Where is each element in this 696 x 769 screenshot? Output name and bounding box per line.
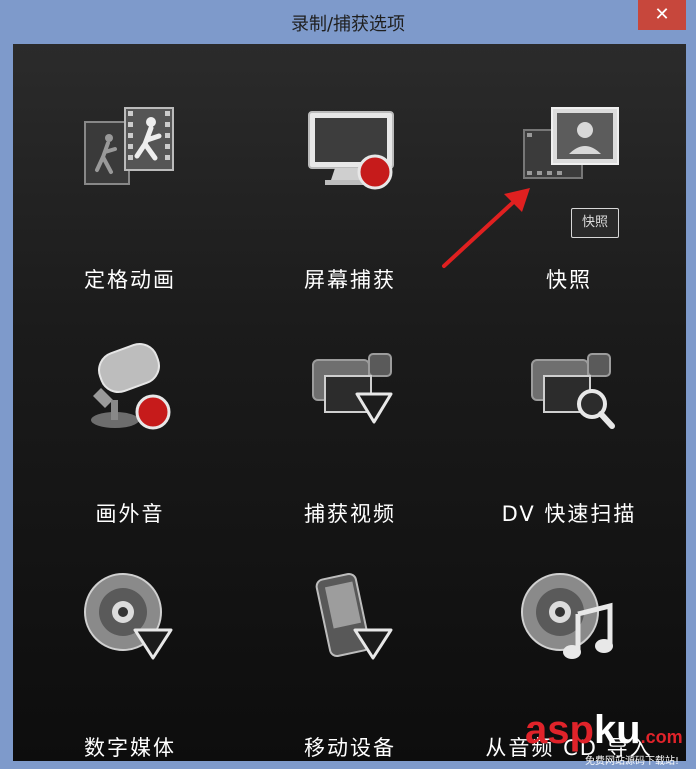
option-label: 屏幕捕获 bbox=[304, 268, 396, 292]
option-label: DV 快速扫描 bbox=[501, 502, 637, 526]
option-dv-quick-scan[interactable]: DV 快速扫描 bbox=[459, 326, 679, 526]
options-panel: 定格动画 屏幕捕获 快照 画外音 捕获视频 DV 快速扫描 数字媒体 移动设备 … bbox=[13, 44, 686, 761]
close-icon: ✕ bbox=[654, 4, 670, 25]
stop-motion-icon bbox=[84, 107, 174, 185]
title-bar[interactable]: 录制/捕获选项 ✕ bbox=[0, 0, 696, 44]
option-voiceover[interactable]: 画外音 bbox=[20, 326, 240, 526]
option-label: 画外音 bbox=[95, 502, 165, 526]
option-label: 快照 bbox=[546, 268, 592, 292]
watermark-tagline: 免费网站源码下载站! bbox=[585, 756, 680, 767]
audio-cd-import-icon bbox=[521, 573, 613, 659]
mobile-device-icon bbox=[315, 572, 393, 660]
options-grid: 定格动画 屏幕捕获 快照 画外音 捕获视频 DV 快速扫描 数字媒体 移动设备 … bbox=[13, 44, 686, 761]
aspku-watermark: aspku.com 免费网站源码下载站! bbox=[525, 708, 693, 767]
option-digital-media[interactable]: 数字媒体 bbox=[20, 560, 240, 760]
capture-video-icon bbox=[312, 353, 393, 424]
snapshot-icon bbox=[523, 107, 619, 179]
screen-capture-icon bbox=[308, 111, 394, 190]
digital-media-icon bbox=[84, 573, 173, 660]
option-label: 捕获视频 bbox=[304, 502, 396, 526]
option-screen-capture[interactable]: 屏幕捕获 bbox=[240, 92, 460, 292]
close-button[interactable]: ✕ bbox=[638, 0, 686, 30]
dialog-window: 录制/捕获选项 ✕ 定格动画 屏幕捕获 快照 画外音 捕获视频 DV 快速扫描 … bbox=[0, 0, 696, 769]
option-label: 移动设备 bbox=[304, 736, 396, 760]
snapshot-tooltip: 快照 bbox=[571, 208, 619, 238]
window-title: 录制/捕获选项 bbox=[290, 14, 406, 35]
option-snapshot[interactable]: 快照 bbox=[459, 92, 679, 292]
voiceover-icon bbox=[91, 343, 171, 430]
option-stop-motion[interactable]: 定格动画 bbox=[20, 92, 240, 292]
option-label: 数字媒体 bbox=[84, 736, 176, 760]
option-capture-video[interactable]: 捕获视频 bbox=[240, 326, 460, 526]
dv-quick-scan-icon bbox=[531, 353, 615, 429]
option-label: 定格动画 bbox=[84, 268, 176, 292]
option-mobile-device[interactable]: 移动设备 bbox=[240, 560, 460, 760]
